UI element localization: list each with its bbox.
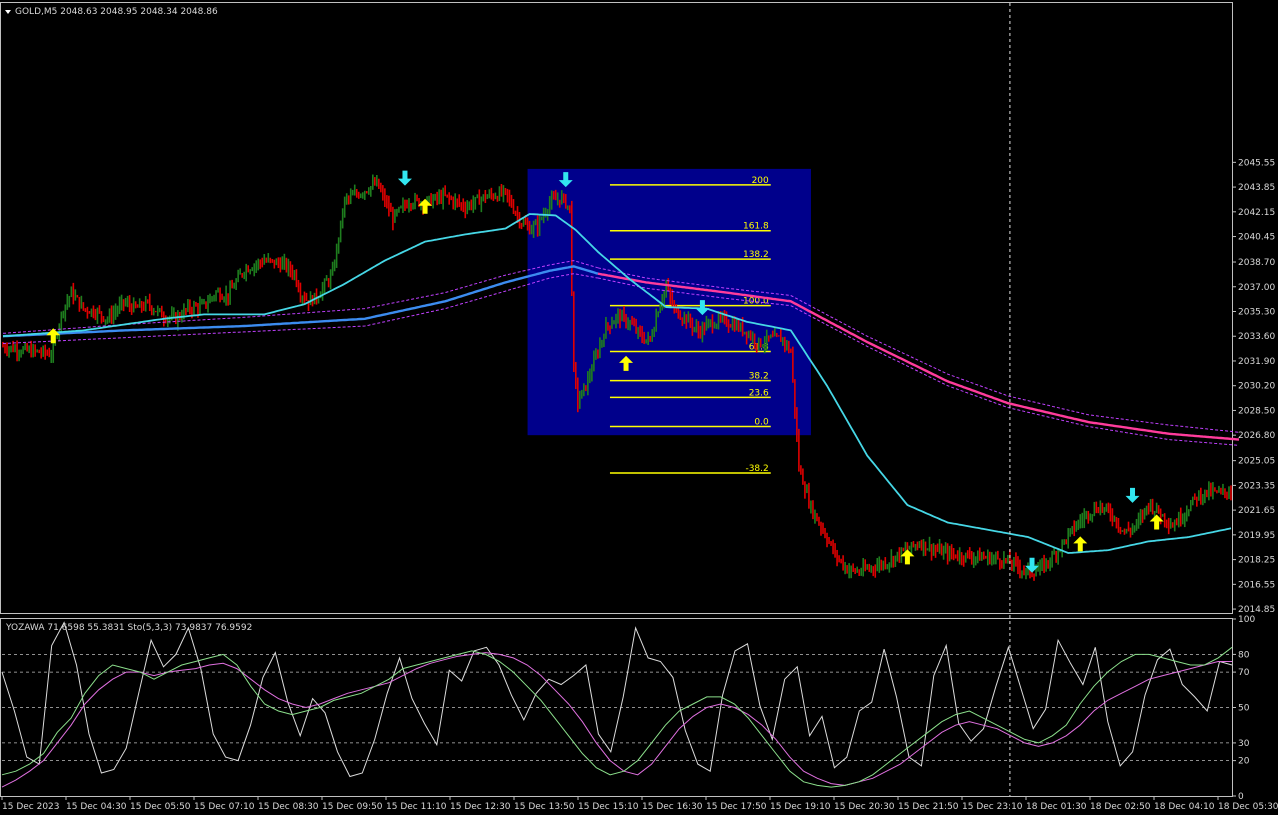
- oscillator-axis-label: 30: [1238, 739, 1250, 749]
- price-axis-label: 2031.90: [1238, 357, 1275, 367]
- price-axis-label: 2035.30: [1238, 307, 1275, 317]
- time-axis-label: 15 Dec 21:50: [898, 802, 959, 812]
- oscillator-axis-label: 20: [1238, 757, 1250, 767]
- price-axis-label: 2026.80: [1238, 431, 1275, 441]
- price-axis-label: 2025.05: [1238, 457, 1275, 467]
- price-axis-label: 2019.95: [1238, 531, 1275, 541]
- time-axis-label: 15 Dec 05:50: [130, 802, 191, 812]
- time-axis-label: 15 Dec 19:10: [770, 802, 831, 812]
- price-axis-label: 2037.00: [1238, 283, 1275, 293]
- time-axis-label: 15 Dec 15:10: [578, 802, 639, 812]
- oscillator-axis-label: 70: [1238, 668, 1250, 678]
- time-axis-label: 15 Dec 12:30: [450, 802, 511, 812]
- time-axis-label: 18 Dec 02:50: [1090, 802, 1151, 812]
- price-axis-label: 2021.65: [1238, 506, 1275, 516]
- fib-level-label: 23.6: [749, 388, 769, 398]
- price-axis-label: 2030.20: [1238, 382, 1275, 392]
- fib-level-label: 200: [752, 176, 769, 186]
- time-axis-label: 15 Dec 09:50: [322, 802, 383, 812]
- fib-level-label: 0.0: [754, 417, 769, 427]
- price-axis-label: 2045.55: [1238, 158, 1275, 168]
- price-axis-label: 2028.50: [1238, 406, 1275, 416]
- trading-chart[interactable]: 200161.8138.2100.061.838.223.60.0-38.2 2…: [0, 0, 1278, 815]
- time-axis-label: 18 Dec 01:30: [1026, 802, 1087, 812]
- time-axis-label: 15 Dec 07:10: [194, 802, 255, 812]
- time-axis-label: 15 Dec 13:50: [514, 802, 575, 812]
- price-axis-label: 2033.60: [1238, 332, 1275, 342]
- oscillator-axis-label: 100: [1238, 615, 1255, 625]
- chart-title: GOLD,M5 2048.63 2048.95 2048.34 2048.86: [15, 7, 218, 17]
- time-axis-label: 15 Dec 2023: [2, 802, 60, 812]
- price-axis-label: 2016.55: [1238, 580, 1275, 590]
- time-axis-label: 15 Dec 11:10: [386, 802, 447, 812]
- price-axis-label: 2014.85: [1238, 605, 1275, 615]
- time-axis-label: 18 Dec 04:10: [1154, 802, 1215, 812]
- price-axis-label: 2038.70: [1238, 258, 1275, 268]
- price-axis-label: 2043.85: [1238, 183, 1275, 193]
- time-axis-label: 15 Dec 16:30: [642, 802, 703, 812]
- oscillator-title: YOZAWA 71.6598 55.3831 Sto(5,3,3) 73.983…: [5, 623, 252, 633]
- oscillator-axis-label: 50: [1238, 704, 1250, 714]
- fib-level-label: 161.8: [743, 222, 769, 232]
- oscillator-axis-label: 0: [1238, 792, 1244, 802]
- price-axis-label: 2018.25: [1238, 556, 1275, 566]
- time-axis-label: 15 Dec 08:30: [258, 802, 319, 812]
- oscillator-axis-label: 80: [1238, 650, 1250, 660]
- price-axis-label: 2023.35: [1238, 481, 1275, 491]
- time-axis-label: 15 Dec 17:50: [706, 802, 767, 812]
- fib-level-label: -38.2: [745, 464, 768, 474]
- time-axis-label: 15 Dec 04:30: [66, 802, 127, 812]
- fib-level-label: 38.2: [749, 372, 769, 382]
- price-axis-label: 2042.15: [1238, 208, 1275, 218]
- price-axis-label: 2040.45: [1238, 233, 1275, 243]
- time-axis-label: 15 Dec 23:10: [962, 802, 1023, 812]
- time-axis-label: 15 Dec 20:30: [834, 802, 895, 812]
- time-axis-label: 18 Dec 05:30: [1218, 802, 1278, 812]
- fib-level-label: 138.2: [743, 250, 769, 260]
